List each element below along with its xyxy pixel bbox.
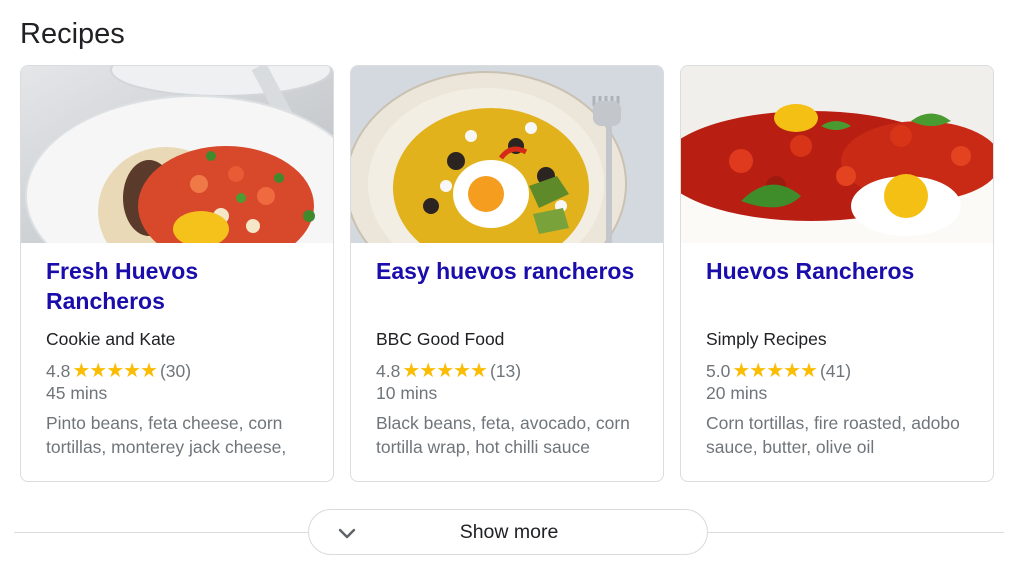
review-count: (30) [159,361,192,381]
recipe-card-fresh-huevos-rancheros[interactable]: Fresh Huevos Rancheros Cookie and Kate 4… [20,65,334,482]
cook-time: 20 mins [706,383,768,403]
section-title: Recipes [20,18,125,50]
rating-value: 5.0 [706,361,731,381]
recipe-title-link[interactable]: Fresh Huevos Rancheros [46,256,316,316]
show-more-button[interactable]: Show more [308,509,708,555]
recipe-carousel: Fresh Huevos Rancheros Cookie and Kate 4… [20,65,1000,485]
star-rating-icon: ★★★★★ [402,360,488,382]
ingredients-list: Pinto beans, feta cheese, corn tortillas… [46,413,287,457]
rating-value: 4.8 [46,361,71,381]
recipe-photo-icon[interactable] [351,66,663,243]
recipe-photo-icon[interactable] [21,66,333,243]
recipe-source: BBC Good Food [376,329,505,349]
review-count: (41) [819,361,852,381]
recipe-rating: 4.8 ★★★★★ (13) [376,360,646,382]
recipe-source: Cookie and Kate [46,329,176,349]
recipe-card-easy-huevos-rancheros[interactable]: Easy huevos rancheros BBC Good Food 4.8 ★… [350,65,664,482]
cook-time: 10 mins [376,383,438,403]
review-count: (13) [489,361,522,381]
cook-time: 45 mins [46,383,108,403]
recipes-panel: Recipes Fresh Huevos Rancheros Cookie an… [0,0,1025,576]
recipe-card-huevos-rancheros[interactable]: Huevos Rancheros Simply Recipes 5.0 ★★★★★… [680,65,994,482]
show-more-label: Show more [459,521,559,543]
recipe-card-body: Huevos Rancheros Simply Recipes 5.0 ★★★★★… [706,256,976,459]
recipe-rating: 5.0 ★★★★★ (41) [706,360,976,382]
rating-value: 4.8 [376,361,401,381]
recipe-card-body: Fresh Huevos Rancheros Cookie and Kate 4… [46,256,316,459]
ingredients-list: Black beans, feta, avocado, corn tortill… [376,413,630,457]
recipe-source: Simply Recipes [706,329,827,349]
recipe-photo-icon[interactable] [681,66,993,243]
recipe-card-body: Easy huevos rancheros BBC Good Food 4.8 ★… [376,256,646,459]
ingredients-list: Corn tortillas, fire roasted, adobo sauc… [706,413,960,457]
recipe-rating: 4.8 ★★★★★ (30) [46,360,316,382]
star-rating-icon: ★★★★★ [72,360,158,382]
star-rating-icon: ★★★★★ [732,360,818,382]
recipe-title-link[interactable]: Huevos Rancheros [706,256,976,316]
recipe-title-link[interactable]: Easy huevos rancheros [376,256,646,316]
